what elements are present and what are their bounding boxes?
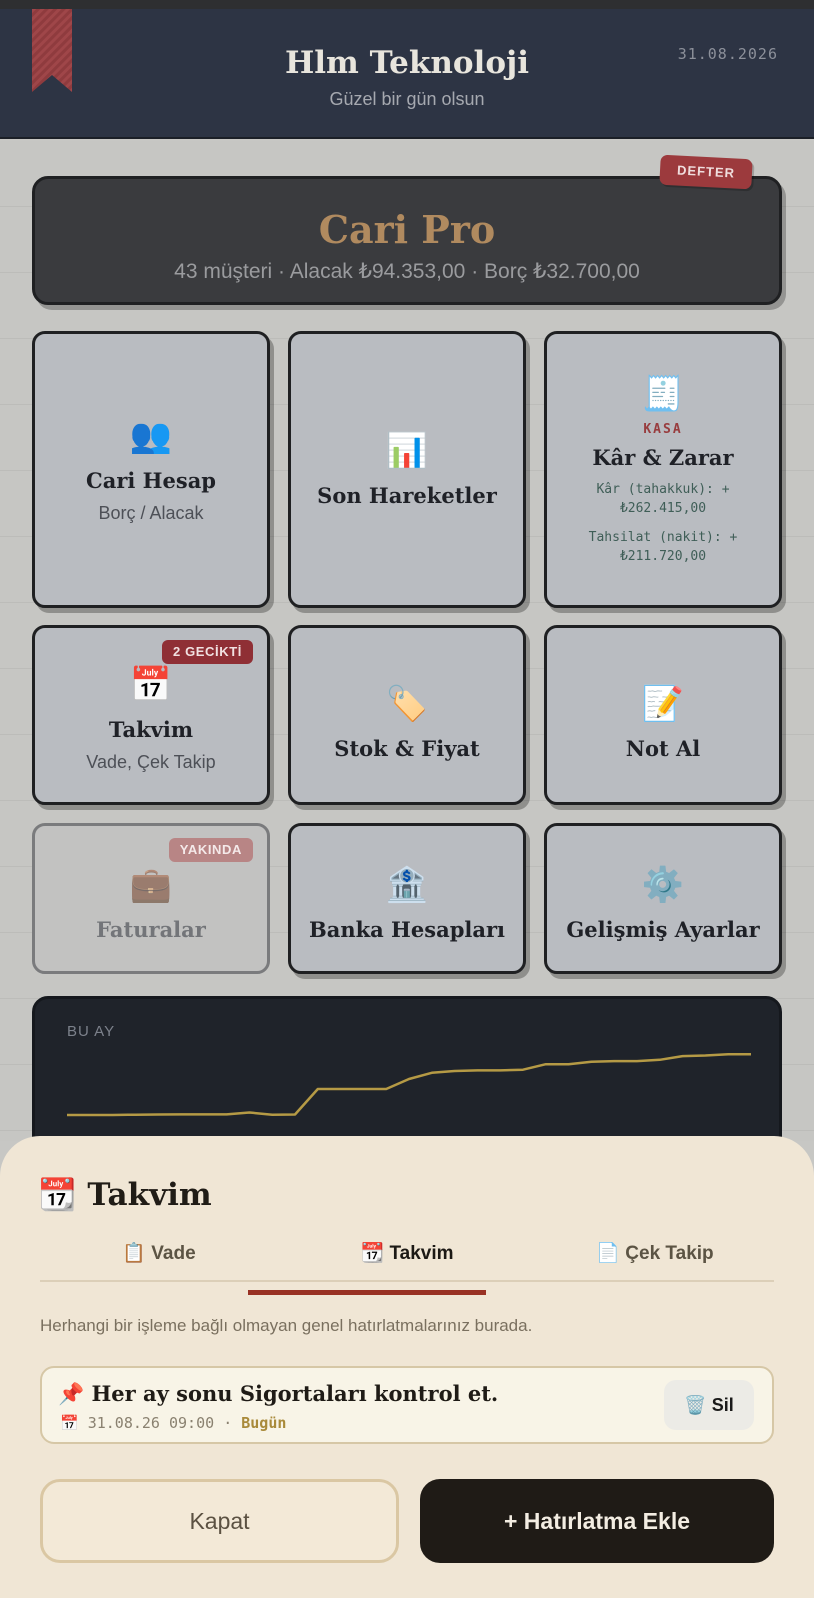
calendar-icon: 📆: [360, 1243, 385, 1264]
reminder-datetime: 31.08.26 09:00: [87, 1414, 215, 1432]
top-strip: [0, 0, 814, 9]
cash-collection: Tahsilat (nakit): + ₺211.720,00: [589, 528, 738, 566]
reminder-item[interactable]: 📌 Her ay sonu Sigortaları kontrol et. 📅 …: [40, 1366, 774, 1444]
trash-icon: 🗑️: [684, 1395, 707, 1415]
reminder-meta: 📅 31.08.26 09:00 · Bugün: [60, 1414, 286, 1432]
cash-collection-label: Tahsilat (nakit): +: [588, 529, 738, 545]
profit-accrual-value: ₺262.415,00: [619, 500, 707, 516]
profit-accrual: Kâr (tahakkuk): + ₺262.415,00: [596, 480, 729, 518]
tile-title: Not Al: [625, 735, 701, 761]
sheet-description: Herhangi bir işleme bağlı olmayan genel …: [40, 1316, 533, 1335]
tile-title: Gelişmiş Ayarlar: [566, 917, 760, 942]
profit-accrual-label: Kâr (tahakkuk): +: [596, 481, 730, 497]
reminder-title: Her ay sonu Sigortaları kontrol et.: [91, 1381, 499, 1406]
tile-faturalar: YAKINDA 💼 Faturalar: [32, 823, 270, 974]
clipboard-icon: 📋: [122, 1243, 146, 1264]
tile-title: Kâr & Zarar: [592, 444, 734, 470]
tile-gelismis-ayarlar[interactable]: ⚙️ Gelişmiş Ayarlar: [544, 823, 782, 974]
tile-subtitle: Borç / Alacak: [98, 502, 204, 523]
calendar-icon: 📅: [60, 1414, 79, 1432]
bar-chart-icon: 📊: [385, 432, 429, 470]
coming-soon-badge: YAKINDA: [168, 838, 253, 862]
kasa-label: KASA: [643, 421, 683, 437]
overdue-badge: 2 GECİKTİ: [162, 640, 253, 664]
memo-icon: 📝: [641, 684, 685, 723]
cash-collection-value: ₺211.720,00: [619, 548, 707, 564]
tab-label: Takvim: [389, 1243, 454, 1264]
tile-banka-hesaplari[interactable]: 🏦 Banka Hesapları: [288, 823, 526, 974]
active-tab-indicator: [248, 1290, 486, 1295]
people-icon: 👥: [129, 416, 173, 455]
tile-stok-fiyat[interactable]: 🏷️ Stok & Fiyat: [288, 625, 526, 805]
add-reminder-button[interactable]: + Hatırlatma Ekle: [420, 1479, 774, 1563]
series-line: [67, 1052, 751, 1117]
tile-title: Faturalar: [96, 917, 206, 942]
summary-stats: 43 müşteri · Alacak ₺94.353,00 · Borç ₺3…: [174, 260, 640, 283]
document-icon: 📄: [596, 1243, 621, 1264]
calendar-bottom-sheet: 📆 Takvim 📋 Vade 📆 Takvim 📄 Çek Takip Her…: [0, 1136, 814, 1598]
header-date: 31.08.2026: [677, 45, 778, 63]
sheet-title: 📆 Takvim: [38, 1176, 212, 1213]
tile-kar-zarar[interactable]: 🧾 KASA Kâr & Zarar Kâr (tahakkuk): + ₺26…: [544, 331, 782, 608]
briefcase-icon: 💼: [129, 866, 173, 904]
tile-title: Banka Hesapları: [308, 917, 506, 942]
tab-vade[interactable]: 📋 Vade: [40, 1236, 278, 1282]
tile-title: Takvim: [108, 717, 194, 742]
sheet-tabs: 📋 Vade 📆 Takvim 📄 Çek Takip: [40, 1236, 774, 1282]
app-header: Hlm Teknoloji Güzel bir gün olsun 31.08.…: [0, 9, 814, 139]
tile-title: Cari Hesap: [86, 467, 216, 493]
tab-cek-takip[interactable]: 📄 Çek Takip: [536, 1236, 774, 1282]
gear-icon: ⚙️: [641, 866, 685, 904]
app-subtitle: Güzel bir gün olsun: [329, 89, 485, 109]
close-button[interactable]: Kapat: [40, 1479, 399, 1563]
summary-title: Cari Pro: [318, 207, 496, 252]
sheet-title-text: Takvim: [87, 1177, 212, 1213]
meta-separator: ·: [223, 1414, 233, 1432]
pushpin-icon: 📌: [58, 1381, 85, 1406]
defter-badge: DEFTER: [659, 154, 753, 190]
tile-takvim[interactable]: 2 GECİKTİ 📅 Takvim Vade, Çek Takip: [32, 625, 270, 805]
summary-card[interactable]: Cari Pro 43 müşteri · Alacak ₺94.353,00 …: [32, 176, 782, 305]
bank-icon: 🏦: [385, 866, 429, 904]
tab-takvim[interactable]: 📆 Takvim: [288, 1236, 526, 1282]
tile-title: Stok & Fiyat: [334, 735, 480, 761]
reminder-text: 📌 Her ay sonu Sigortaları kontrol et.: [58, 1381, 498, 1407]
tile-title: Son Hareketler: [317, 483, 497, 508]
price-tag-icon: 🏷️: [385, 684, 429, 723]
calendar-icon: 📆: [38, 1177, 77, 1213]
reminder-status: Bugün: [241, 1414, 287, 1432]
calendar-icon: 📅: [129, 666, 173, 704]
tab-label: Çek Takip: [625, 1243, 714, 1264]
tile-son-hareketler[interactable]: 📊 Son Hareketler: [288, 331, 526, 608]
tile-subtitle: Vade, Çek Takip: [86, 752, 216, 772]
delete-button[interactable]: 🗑️ Sil: [664, 1380, 754, 1430]
receipt-icon: 🧾: [641, 374, 685, 413]
tile-cari-hesap[interactable]: 👥 Cari Hesap Borç / Alacak: [32, 331, 270, 608]
tile-not-al[interactable]: 📝 Not Al: [544, 625, 782, 805]
tab-label: Vade: [151, 1243, 196, 1264]
delete-label: Sil: [711, 1395, 734, 1415]
